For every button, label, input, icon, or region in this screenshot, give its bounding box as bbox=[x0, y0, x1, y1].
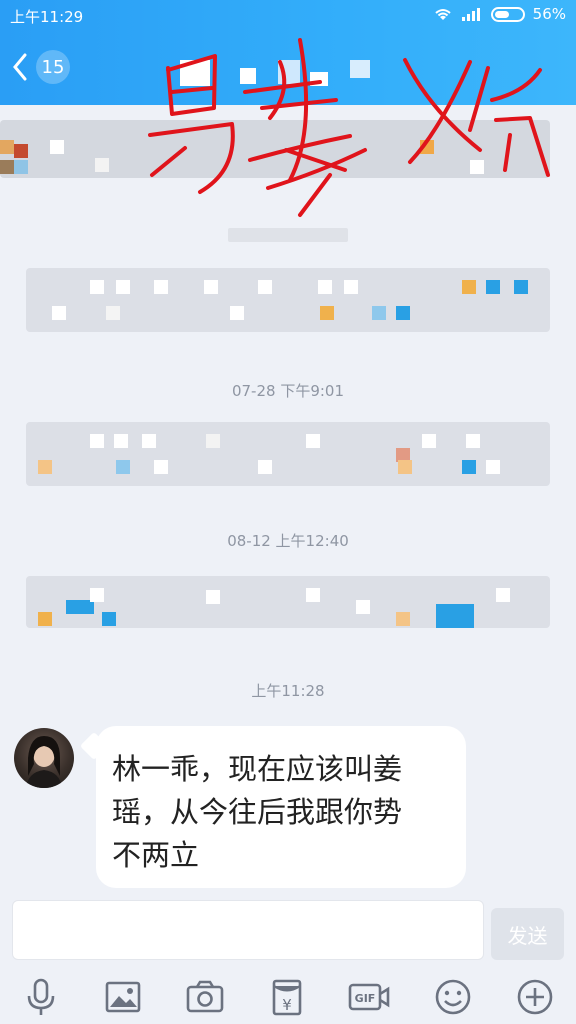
avatar-image bbox=[26, 736, 62, 788]
status-icons: 56% bbox=[433, 5, 566, 23]
message-input[interactable] bbox=[12, 900, 484, 960]
battery-icon bbox=[490, 6, 525, 22]
send-button[interactable]: 发送 bbox=[491, 908, 564, 960]
yen-label: ¥ bbox=[282, 996, 292, 1014]
timestamp: 07-28 下午9:01 bbox=[231, 382, 345, 400]
redacted-message bbox=[0, 120, 550, 178]
image-icon[interactable] bbox=[102, 976, 144, 1018]
status-bar: 上午11:29 56% bbox=[0, 0, 576, 30]
gif-label: GIF bbox=[355, 992, 376, 1005]
plus-icon[interactable] bbox=[514, 976, 556, 1018]
back-button[interactable]: 15 bbox=[10, 50, 70, 84]
timestamp: 08-12 上午12:40 bbox=[227, 532, 349, 550]
avatar[interactable] bbox=[14, 728, 74, 788]
message-line: 瑶，从今往后我跟你势 bbox=[112, 795, 403, 829]
message-line: 林一乖，现在应该叫姜 bbox=[112, 752, 403, 786]
wifi-icon bbox=[435, 9, 451, 20]
status-time: 上午11:29 bbox=[10, 8, 84, 26]
signal-icon bbox=[461, 8, 480, 21]
chevron-left-icon bbox=[13, 53, 27, 81]
chat-header: 上午11:29 56% 15 bbox=[0, 0, 576, 105]
message-line: 不两立 bbox=[112, 838, 200, 872]
camera-icon[interactable] bbox=[184, 976, 226, 1018]
mic-icon[interactable] bbox=[20, 976, 62, 1018]
red-packet-icon[interactable]: ¥ bbox=[266, 976, 308, 1018]
redacted-message bbox=[26, 576, 550, 628]
timestamp: 上午11:28 bbox=[251, 682, 325, 700]
input-toolbar: ¥ GIF bbox=[0, 968, 576, 1024]
redacted-message bbox=[26, 268, 550, 332]
gif-icon[interactable]: GIF bbox=[348, 976, 392, 1018]
message-bubble[interactable]: 林一乖，现在应该叫姜 瑶，从今往后我跟你势 不两立 bbox=[96, 726, 466, 888]
battery-percent: 56% bbox=[532, 5, 566, 23]
unread-count-badge: 15 bbox=[36, 50, 70, 84]
redacted-message bbox=[26, 422, 550, 486]
emoji-icon[interactable] bbox=[432, 976, 474, 1018]
timestamp-redacted bbox=[0, 228, 576, 246]
